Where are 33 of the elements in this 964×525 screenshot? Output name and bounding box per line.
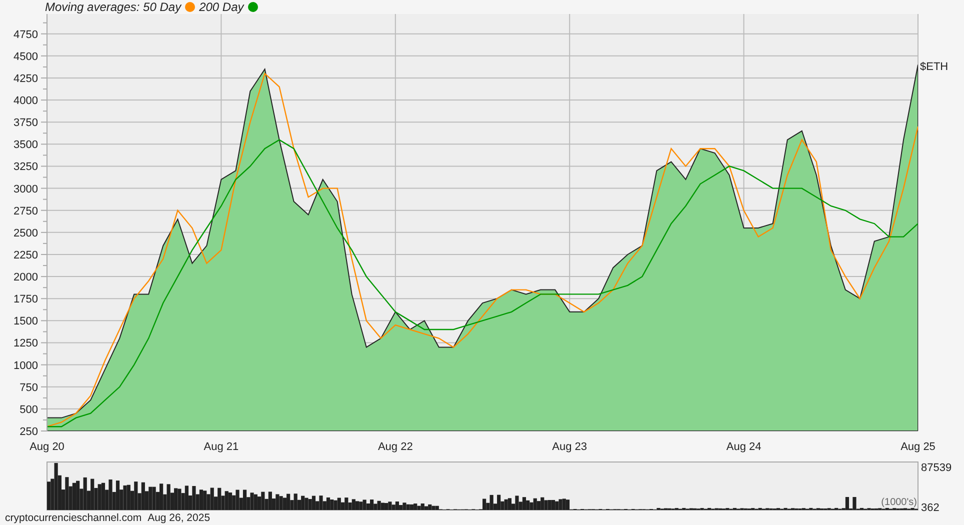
legend-title: Moving averages: 50 Day: [45, 0, 182, 14]
legend-label: 200 Day: [199, 0, 244, 14]
x-axis-label: Aug 25: [900, 441, 936, 453]
y-axis-label: 2500: [14, 227, 38, 240]
volume-min-label: 362: [921, 502, 940, 512]
y-axis-label: 4750: [14, 28, 38, 41]
y-axis-label: 4250: [14, 72, 38, 85]
unit-label: (1000's): [881, 497, 917, 508]
y-axis-label: 250: [20, 426, 38, 438]
source-label: cryptocurrencieschannel.com: [5, 512, 142, 525]
y-axis-label: 3750: [14, 117, 38, 130]
y-axis-label: 3000: [14, 183, 38, 196]
y-axis-label: 750: [20, 382, 38, 394]
y-axis-label: 4000: [14, 95, 38, 108]
y-axis-label: 1000: [14, 360, 38, 372]
date-label: Aug 26, 2025: [148, 512, 210, 525]
y-axis-label: 500: [20, 404, 38, 416]
y-axis-label: 3500: [14, 139, 38, 152]
y-axis-label: 2250: [14, 250, 38, 262]
y-axis-label: 2000: [14, 272, 38, 284]
y-axis-label: 1250: [14, 338, 38, 350]
volume-max-label: 87539: [921, 462, 952, 474]
y-axis-label: 2750: [14, 205, 38, 218]
x-axis-label: Aug 24: [726, 441, 762, 453]
y-axis-label: 3250: [14, 161, 38, 174]
y-axis-label: 1500: [14, 316, 38, 328]
y-axis-label: 1750: [14, 294, 38, 306]
x-axis-label: Aug 21: [204, 441, 239, 453]
x-axis-label: Aug 22: [378, 441, 413, 453]
x-axis-label: Aug 23: [552, 441, 588, 453]
series-label: $ETH: [920, 61, 948, 73]
y-axis-label: 4500: [14, 50, 38, 63]
x-axis-label: Aug 20: [30, 441, 64, 453]
